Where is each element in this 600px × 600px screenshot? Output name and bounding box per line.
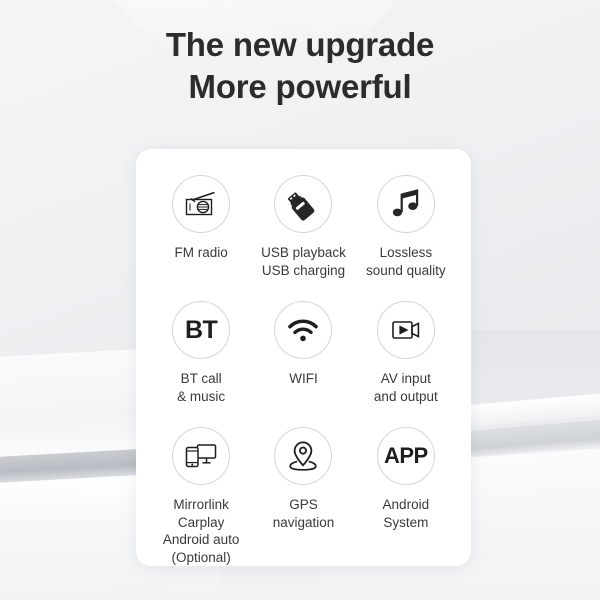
feature-item-gps-navigation: GPS navigation — [252, 427, 354, 567]
feature-label: GPS navigation — [272, 497, 335, 530]
feature-label: Lossless sound quality — [366, 245, 446, 278]
av-video-play-icon — [390, 317, 422, 343]
phone-monitor-mirroring-icon — [184, 441, 218, 471]
feature-item-bt-call-music: BT BT call & music — [150, 301, 252, 421]
fm-radio-icon — [184, 189, 218, 219]
icon-circle: APP — [376, 427, 435, 485]
feature-item-lossless-audio: Lossless sound quality — [355, 175, 457, 295]
icon-circle — [172, 427, 231, 485]
icon-circle: BT — [172, 301, 231, 359]
app-text-icon: APP — [383, 443, 428, 468]
feature-item-wifi: WIFI — [252, 301, 354, 421]
feature-label: Android System — [382, 497, 430, 530]
icon-circle — [376, 175, 435, 233]
feature-label: AV input and output — [373, 371, 438, 404]
page-title-line-1: The new upgrade — [165, 26, 435, 63]
gps-map-pin-icon — [288, 440, 318, 472]
icon-circle — [172, 175, 231, 233]
icon-circle — [274, 175, 333, 233]
icon-circle — [274, 301, 333, 359]
feature-label: WIFI — [289, 371, 318, 386]
feature-item-av-input-output: AV input and output — [355, 301, 457, 421]
feature-card: FM radio USB playback USB charging Lossl… — [136, 149, 471, 566]
page-title-line-2: More powerful — [188, 68, 412, 105]
feature-grid: FM radio USB playback USB charging Lossl… — [150, 175, 457, 567]
feature-item-android-system: APP Android System — [355, 427, 457, 567]
background-right-shelf-top — [455, 389, 600, 429]
background-right-shelf-edge — [455, 415, 600, 459]
wifi-icon — [287, 317, 319, 343]
icon-circle — [274, 427, 333, 485]
music-note-icon — [391, 188, 421, 220]
feature-item-mirrorlink-carplay: Mirrorlink Carplay Android auto (Optiona… — [150, 427, 252, 567]
product-feature-banner: The new upgrade More powerful FM radio U… — [0, 0, 600, 600]
feature-item-fm-radio: FM radio — [150, 175, 252, 295]
feature-label: Mirrorlink Carplay Android auto (Optiona… — [162, 497, 240, 565]
usb-flash-drive-icon — [286, 187, 320, 221]
bluetooth-bt-text-icon: BT — [184, 315, 218, 344]
feature-item-usb: USB playback USB charging — [252, 175, 354, 295]
background-right-wall — [472, 330, 600, 600]
page-title: The new upgrade More powerful — [0, 24, 600, 108]
feature-label: FM radio — [174, 245, 228, 260]
feature-label: USB playback USB charging — [261, 245, 346, 278]
feature-label: BT call & music — [177, 371, 226, 404]
icon-circle — [376, 301, 435, 359]
